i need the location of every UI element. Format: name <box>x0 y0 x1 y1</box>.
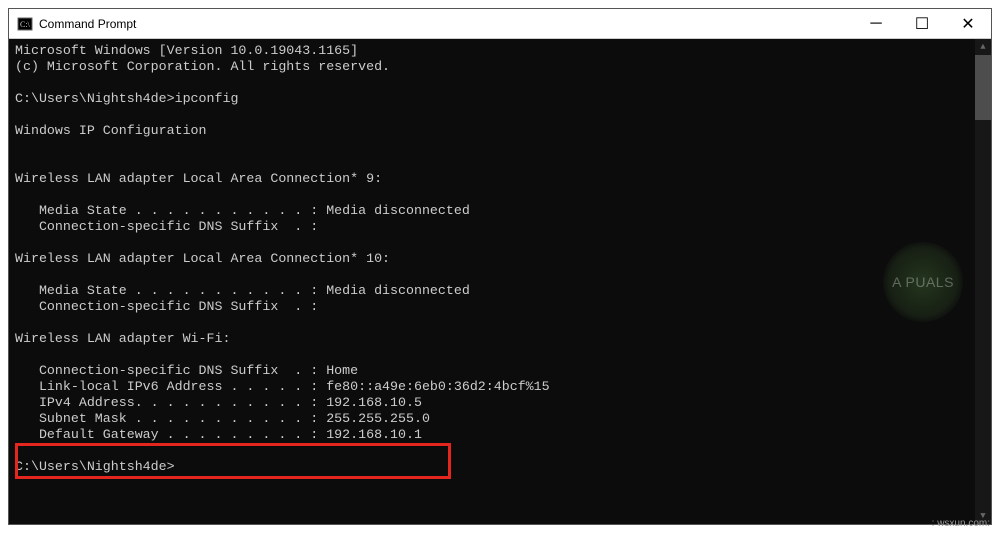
adapter-10-header: Wireless LAN adapter Local Area Connecti… <box>15 251 390 266</box>
minimize-icon: ─ <box>870 15 881 33</box>
command-prompt-window: C:\ Command Prompt ─ ☐ ✕ Microsoft Windo… <box>8 8 992 525</box>
window-title: Command Prompt <box>39 17 853 31</box>
terminal-output: Microsoft Windows [Version 10.0.19043.11… <box>9 39 991 479</box>
cmd-icon: C:\ <box>17 16 33 32</box>
maximize-icon: ☐ <box>915 14 929 34</box>
adapter-9-header: Wireless LAN adapter Local Area Connecti… <box>15 171 382 186</box>
chevron-up-icon: ▲ <box>980 42 985 52</box>
adapter-wifi-header: Wireless LAN adapter Wi-Fi: <box>15 331 230 346</box>
prompt-ipconfig: C:\Users\Nightsh4de>ipconfig <box>15 91 238 106</box>
svg-text:C:\: C:\ <box>20 20 31 29</box>
minimize-button[interactable]: ─ <box>853 9 899 38</box>
wifi-ipv6: Link-local IPv6 Address . . . . . : fe80… <box>15 379 550 394</box>
close-button[interactable]: ✕ <box>945 9 991 38</box>
window-controls: ─ ☐ ✕ <box>853 9 991 38</box>
scroll-thumb[interactable] <box>975 55 991 120</box>
vertical-scrollbar[interactable]: ▲ ▼ <box>975 39 991 524</box>
wifi-subnet: Subnet Mask . . . . . . . . . . . : 255.… <box>15 411 430 426</box>
ipconfig-header: Windows IP Configuration <box>15 123 207 138</box>
cursor <box>175 460 183 474</box>
source-credit: : wsxun.com: <box>932 518 990 529</box>
adapter-9-dns: Connection-specific DNS Suffix . : <box>15 219 318 234</box>
version-line: Microsoft Windows [Version 10.0.19043.11… <box>15 43 358 58</box>
terminal-area[interactable]: Microsoft Windows [Version 10.0.19043.11… <box>9 39 991 524</box>
adapter-9-media: Media State . . . . . . . . . . . : Medi… <box>15 203 470 218</box>
wifi-ipv4: IPv4 Address. . . . . . . . . . . : 192.… <box>15 395 422 410</box>
wifi-gateway: Default Gateway . . . . . . . . . : 192.… <box>15 427 422 442</box>
maximize-button[interactable]: ☐ <box>899 9 945 38</box>
copyright-line: (c) Microsoft Corporation. All rights re… <box>15 59 390 74</box>
scroll-up-button[interactable]: ▲ <box>975 39 991 55</box>
window-titlebar[interactable]: C:\ Command Prompt ─ ☐ ✕ <box>9 9 991 39</box>
adapter-10-media: Media State . . . . . . . . . . . : Medi… <box>15 283 470 298</box>
prompt-idle: C:\Users\Nightsh4de> <box>15 459 175 474</box>
close-icon: ✕ <box>961 14 974 34</box>
adapter-10-dns: Connection-specific DNS Suffix . : <box>15 299 318 314</box>
wifi-dns: Connection-specific DNS Suffix . : Home <box>15 363 358 378</box>
